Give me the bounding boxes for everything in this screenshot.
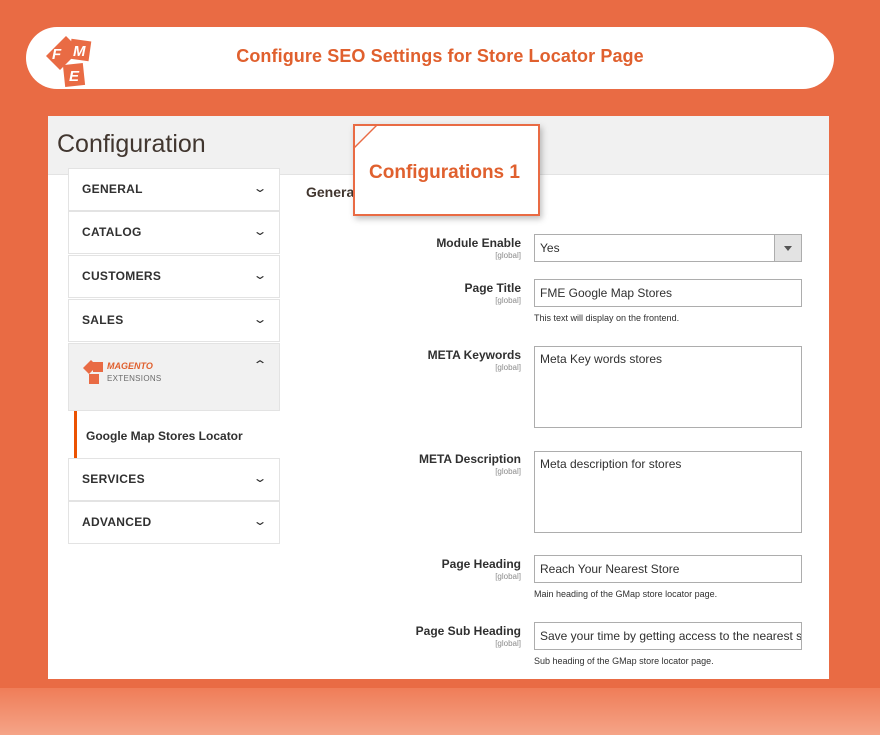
scope-label: [global] <box>495 639 521 648</box>
page-title-label: Page Title [global] <box>361 281 521 305</box>
field-label: META Description <box>418 452 521 466</box>
scope-label: [global] <box>495 572 521 581</box>
meta-description-textarea[interactable]: Meta description for stores <box>534 451 802 533</box>
field-label: Module Enable <box>436 236 521 250</box>
meta-keywords-textarea[interactable]: Meta Key words stores <box>534 346 802 428</box>
dropdown-arrow-icon[interactable] <box>774 235 801 261</box>
fme-logo-icon <box>83 360 103 384</box>
svg-text:F: F <box>52 46 62 63</box>
page-sub-heading-label: Page Sub Heading [global] <box>361 624 521 648</box>
chevron-down-icon: ⌄ <box>252 181 268 195</box>
page-heading-label: Page Heading [global] <box>361 557 521 581</box>
sidebar-item-magento-extensions[interactable]: MAGENTO EXTENSIONS ⌃ <box>68 343 280 411</box>
chevron-up-icon: ⌃ <box>252 358 268 372</box>
field-label: Page Sub Heading <box>415 624 521 638</box>
sidebar-item-advanced[interactable]: ADVANCED ⌄ <box>68 501 280 544</box>
active-indicator <box>74 411 77 458</box>
page-heading-note: Main heading of the GMap store locator p… <box>534 589 718 599</box>
sidebar-item-label: ADVANCED <box>82 515 152 529</box>
fme-logo-icon: F M E <box>46 36 92 87</box>
module-enable-select[interactable]: Yes <box>534 234 802 262</box>
callout-fold-inner <box>355 126 375 146</box>
callout-text: Configurations 1 <box>369 162 520 183</box>
svg-text:E: E <box>69 68 80 85</box>
page-sub-heading-input[interactable]: Save your time by getting access to the … <box>534 622 802 650</box>
extensions-label: EXTENSIONS <box>107 374 162 383</box>
sidebar-item-label: SALES <box>82 313 124 327</box>
sidebar-item-label: Google Map Stores Locator <box>86 429 243 443</box>
chevron-down-icon: ⌄ <box>252 471 268 485</box>
field-label: Page Title <box>464 281 521 295</box>
sidebar-item-customers[interactable]: CUSTOMERS ⌄ <box>68 255 280 298</box>
chevron-down-icon: ⌄ <box>252 312 268 326</box>
page-sub-heading-note: Sub heading of the GMap store locator pa… <box>534 656 714 666</box>
sidebar-item-label: CUSTOMERS <box>82 269 162 283</box>
magento-label: MAGENTO <box>107 361 153 371</box>
frame-bottom <box>0 688 880 735</box>
sidebar-item-general[interactable]: GENERAL ⌄ <box>68 168 280 211</box>
sidebar-subitem-google-map-stores-locator[interactable]: Google Map Stores Locator <box>68 411 280 458</box>
sidebar-item-catalog[interactable]: CATALOG ⌄ <box>68 211 280 254</box>
page-title-input[interactable]: FME Google Map Stores <box>534 279 802 307</box>
page-heading-input[interactable]: Reach Your Nearest Store <box>534 555 802 583</box>
chevron-down-icon: ⌄ <box>252 514 268 528</box>
field-label: META Keywords <box>427 348 521 362</box>
page-title-note: This text will display on the frontend. <box>534 313 680 323</box>
chevron-down-icon: ⌄ <box>252 224 268 238</box>
page-title: Configuration <box>57 130 206 158</box>
scope-label: [global] <box>495 363 521 372</box>
scope-label: [global] <box>495 467 521 476</box>
sidebar-item-services[interactable]: SERVICES ⌄ <box>68 458 280 501</box>
module-enable-label: Module Enable [global] <box>361 236 521 260</box>
scope-label: [global] <box>495 251 521 260</box>
select-value: Yes <box>540 241 560 255</box>
sidebar-item-label: SERVICES <box>82 472 145 486</box>
field-label: Page Heading <box>441 557 521 571</box>
section-title[interactable]: Genera <box>306 184 354 200</box>
meta-description-label: META Description [global] <box>361 452 521 476</box>
sidebar-item-sales[interactable]: SALES ⌄ <box>68 299 280 342</box>
banner-title: Configure SEO Settings for Store Locator… <box>236 46 644 66</box>
sidebar-item-label: GENERAL <box>82 182 143 196</box>
scope-label: [global] <box>495 296 521 305</box>
svg-text:M: M <box>73 43 86 60</box>
meta-keywords-label: META Keywords [global] <box>361 348 521 372</box>
sidebar-item-label: CATALOG <box>82 225 142 239</box>
chevron-down-icon: ⌄ <box>252 268 268 282</box>
